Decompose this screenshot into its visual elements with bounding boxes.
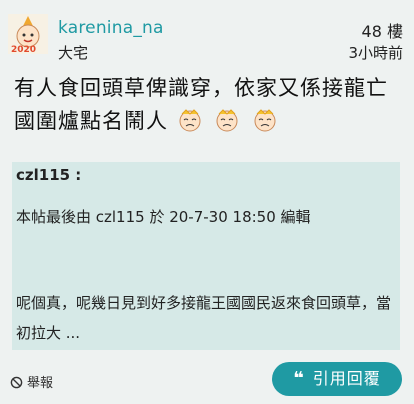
quote-icon: ❝ — [293, 368, 305, 389]
crying-face-icon — [254, 109, 276, 132]
quote-text: 呢個真，呢幾日見到好多接龍王國國民返來食回頭草，當初拉大 ... — [16, 294, 392, 342]
report-label: 舉報 — [27, 376, 54, 391]
post-title: 有人食回頭草俾識穿，依家又係接龍亡國圍爐點名鬧人 — [14, 72, 406, 138]
post-time: 3小時前 — [348, 44, 403, 62]
floor-number: 48 樓 — [361, 22, 403, 41]
quote-edit-note: 本帖最後由 czl115 於 20-7-30 18:50 編輯 — [16, 208, 311, 226]
quote-reply-button[interactable]: ❝ 引用回覆 — [272, 362, 402, 396]
svg-text:2020: 2020 — [11, 45, 36, 54]
report-button[interactable]: 舉報 — [10, 372, 53, 391]
user-rank: 大宅 — [58, 44, 89, 62]
post-header: 2020 karenina_na 大宅 48 樓 3小時前 — [0, 0, 414, 66]
quote-author: czl115 : — [16, 166, 82, 184]
username-link[interactable]: karenina_na — [58, 18, 164, 38]
avatar[interactable]: 2020 — [8, 14, 48, 54]
crying-face-icon — [216, 109, 238, 132]
quote-block: czl115 : 本帖最後由 czl115 於 20-7-30 18:50 編輯… — [12, 162, 400, 350]
crying-face-icon — [179, 109, 201, 132]
prohibited-icon — [10, 376, 23, 389]
quote-reply-label: 引用回覆 — [312, 369, 381, 388]
post-footer: 舉報 ❝ 引用回覆 — [0, 358, 414, 404]
